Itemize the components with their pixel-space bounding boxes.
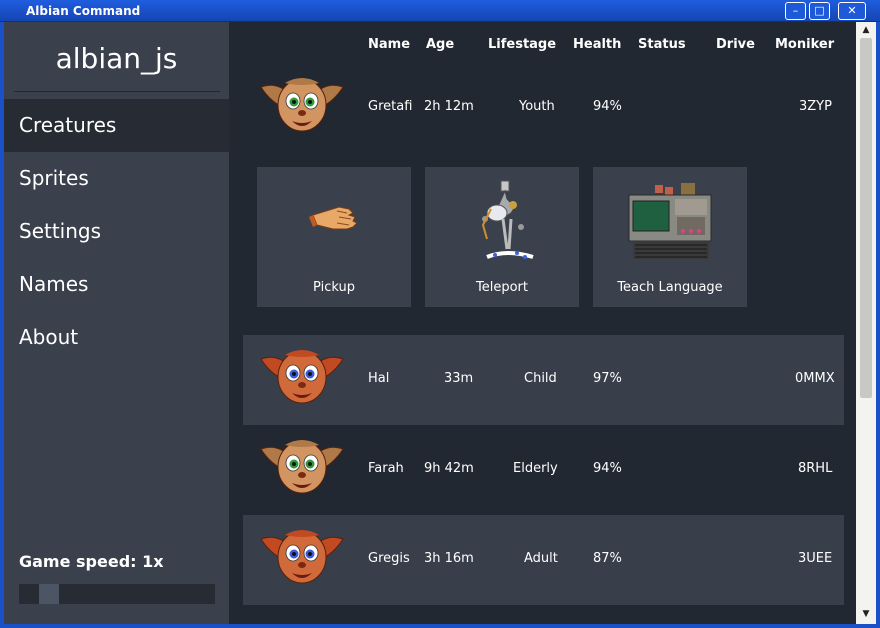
creature-moniker: 3ZYP — [799, 99, 832, 114]
table-row[interactable]: Gregis 3h 16m Adult 87% 3UEE — [243, 515, 844, 605]
creature-age: 9h 42m — [424, 461, 474, 476]
creature-age: 33m — [444, 371, 474, 386]
creature-name: Farah — [368, 461, 404, 476]
creature-health: 87% — [593, 551, 622, 566]
teach-language-button[interactable]: Teach Language — [593, 167, 747, 307]
norn-face-icon — [260, 78, 344, 132]
game-speed-slider[interactable] — [19, 584, 215, 604]
sidebar-divider — [14, 91, 220, 92]
minimize-button[interactable]: – — [785, 2, 806, 20]
scroll-thumb[interactable] — [860, 38, 872, 398]
pickup-button[interactable]: Pickup — [257, 167, 411, 307]
creature-name: Hal — [368, 371, 390, 386]
sidebar-item-about[interactable]: About — [4, 311, 229, 364]
table-row[interactable]: Farah 9h 42m Elderly 94% 8RHL — [243, 425, 844, 515]
creature-health: 97% — [593, 371, 622, 386]
column-header-moniker[interactable]: Moniker — [775, 37, 834, 52]
learning-machine-icon — [628, 183, 712, 259]
teleport-label: Teleport — [476, 280, 528, 295]
norn-face-icon — [260, 350, 344, 404]
creature-name: Gretafi — [368, 99, 413, 114]
column-header-status[interactable]: Status — [638, 37, 686, 52]
sidebar-item-sprites[interactable]: Sprites — [4, 152, 229, 205]
creature-lifestage: Elderly — [513, 461, 558, 476]
sidebar-item-names[interactable]: Names — [4, 258, 229, 311]
creature-health: 94% — [593, 99, 622, 114]
close-button[interactable]: ✕ — [838, 2, 866, 20]
app-name: albian_js — [55, 42, 178, 75]
column-header-health[interactable]: Health — [573, 37, 621, 52]
table-row[interactable]: Gretafi 2h 12m Youth 94% 3ZYP — [243, 63, 844, 153]
game-speed-fill — [19, 584, 39, 604]
game-speed-thumb[interactable] — [39, 584, 59, 604]
window-frame-bottom — [0, 624, 880, 628]
pickup-label: Pickup — [313, 280, 355, 295]
creature-moniker: 0MMX — [795, 371, 835, 386]
creature-age: 2h 12m — [424, 99, 474, 114]
scroll-up-arrow[interactable]: ▲ — [858, 24, 874, 36]
column-header-age[interactable]: Age — [426, 37, 454, 52]
creature-lifestage: Youth — [519, 99, 555, 114]
column-header-name[interactable]: Name — [368, 37, 410, 52]
hand-icon — [309, 206, 358, 230]
norn-face-icon — [260, 440, 344, 494]
creature-lifestage: Adult — [524, 551, 558, 566]
creature-health: 94% — [593, 461, 622, 476]
column-header-lifestage[interactable]: Lifestage — [488, 37, 556, 52]
teach-language-label: Teach Language — [617, 280, 723, 295]
table-row[interactable]: Hal 33m Child 97% 0MMX — [243, 335, 844, 425]
window-frame-right — [876, 22, 880, 628]
creature-name: Gregis — [368, 551, 410, 566]
creature-lifestage: Child — [524, 371, 557, 386]
sidebar-item-settings[interactable]: Settings — [4, 205, 229, 258]
creature-moniker: 8RHL — [798, 461, 833, 476]
maximize-button[interactable]: □ — [809, 2, 830, 20]
creature-moniker: 3UEE — [798, 551, 833, 566]
sidebar: albian_js Creatures Sprites Settings Nam… — [4, 22, 229, 624]
teleport-button[interactable]: Teleport — [425, 167, 579, 307]
scroll-down-arrow[interactable]: ▼ — [858, 608, 874, 620]
window-title: Albian Command — [26, 4, 141, 18]
norn-face-icon — [260, 530, 344, 584]
title-bar: Albian Command – □ ✕ — [0, 0, 880, 22]
creature-list: Name Age Lifestage Health Status Drive M… — [229, 22, 856, 624]
teleporter-icon — [481, 180, 534, 259]
vertical-scrollbar[interactable]: ▲ ▼ — [856, 22, 876, 624]
game-speed-label: Game speed: 1x — [19, 552, 164, 571]
column-header-drive[interactable]: Drive — [716, 37, 755, 52]
sidebar-item-creatures[interactable]: Creatures — [4, 99, 229, 152]
creature-age: 3h 16m — [424, 551, 474, 566]
